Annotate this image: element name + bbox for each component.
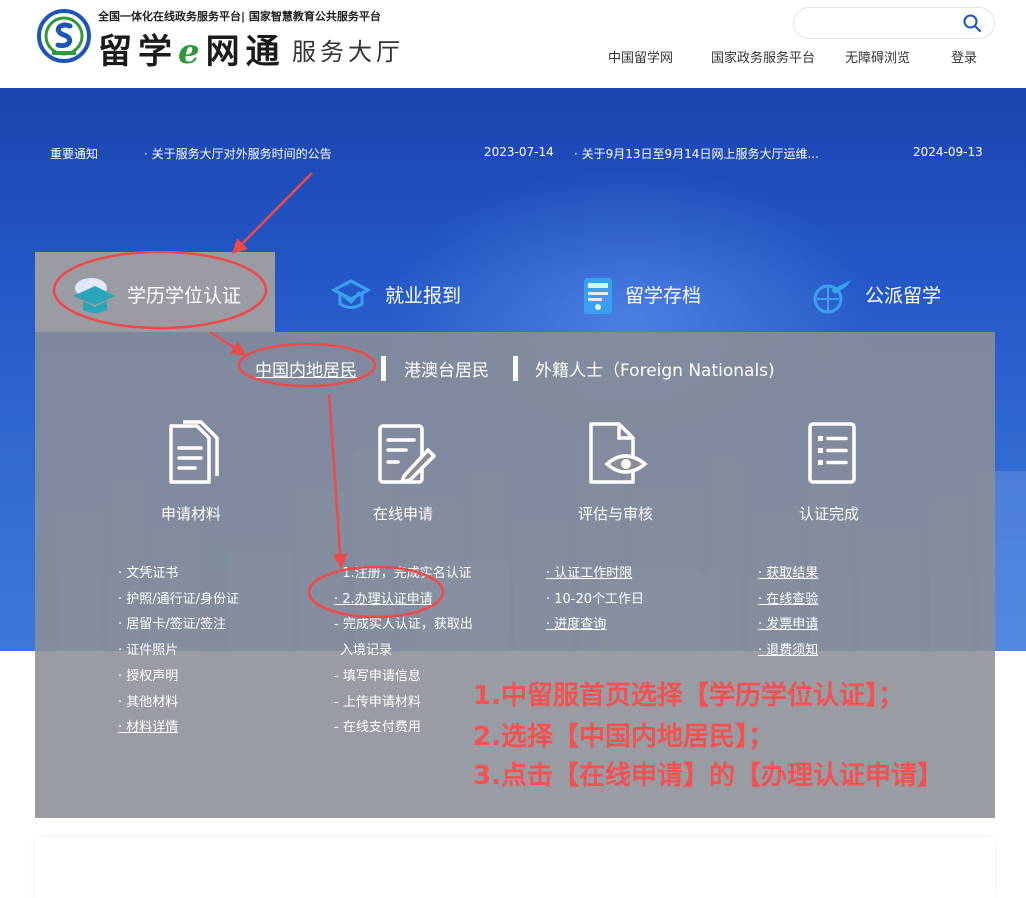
tab-label: 学历学位认证	[127, 285, 242, 307]
step-certification-complete: 认证完成	[799, 505, 860, 523]
register-verify-link[interactable]: · 1.注册，完成实名认证	[334, 561, 473, 587]
list-item: · 其他材料	[118, 694, 179, 710]
instruction-line-2: 2.选择【中国内地居民】；	[473, 722, 774, 752]
airplane-globe-icon	[813, 280, 851, 314]
notice-link-2[interactable]: · 关于9月13日至9月14日网上服务大厅运维...	[574, 145, 819, 162]
logo-emblem-icon[interactable]	[36, 8, 92, 64]
processing-time-link[interactable]: · 认证工作时限	[546, 561, 644, 587]
refund-notice-link[interactable]: · 退费须知	[758, 638, 818, 664]
tab-divider	[513, 356, 518, 381]
list-item: · 文凭证书	[118, 566, 179, 581]
tab-label: 就业报到	[385, 285, 462, 307]
progress-query-link[interactable]: · 进度查询	[546, 612, 644, 638]
nav-link-login[interactable]: 登录	[951, 47, 977, 66]
tab-foreign-nationals[interactable]: 外籍人士（Foreign Nationals)	[535, 356, 775, 381]
site-header: 全国一体化在线政务服务平台| 国家智慧教育公共服务平台 留学e网通 服务大厅 中…	[0, 0, 1026, 88]
list-item: · 居留卡/签证/签注	[118, 617, 227, 633]
notice-date-1: 2023-07-14	[484, 145, 554, 159]
document-eye-icon	[589, 422, 648, 484]
logo-e-letter: e	[178, 32, 206, 72]
nav-link-cscse[interactable]: 中国留学网	[608, 47, 673, 66]
apply-certification-link[interactable]: · 2.办理认证申请	[334, 587, 473, 613]
tab-employment-report[interactable]: 就业报到	[275, 252, 515, 332]
notice-date-2: 2024-09-13	[913, 145, 983, 159]
step-application-materials: 申请材料	[161, 505, 222, 523]
tab-label: 留学存档	[625, 285, 702, 307]
notice-label: 重要通知	[50, 147, 99, 161]
content-card	[35, 838, 995, 898]
documents-icon	[169, 420, 219, 484]
list-item: · 授权声明	[118, 668, 179, 684]
tab-government-sponsored-study[interactable]: 公派留学	[755, 252, 995, 332]
form-edit-icon	[378, 424, 436, 484]
materials-list: · 文凭证书 · 护照/通行证/身份证 · 居留卡/签证/签注 · 证件照片 ·…	[118, 561, 239, 741]
evaluation-list: · 认证工作时限 · 10-20个工作日 · 进度查询	[546, 561, 644, 638]
site-logo-subtitle: 服务大厅	[292, 38, 404, 66]
step-evaluation-review: 评估与审核	[578, 505, 654, 523]
platform-tagline: 全国一体化在线政务服务平台| 国家智慧教育公共服务平台	[98, 10, 381, 23]
search-input[interactable]	[793, 7, 995, 39]
completion-list: · 获取结果 · 在线查验 · 发票申请 · 退费须知	[758, 561, 818, 664]
instruction-line-1: 1.中留服首页选择【学历学位认证】；	[473, 681, 904, 711]
logo-text: 留学e网通	[98, 32, 286, 72]
tab-degree-certification[interactable]: 学历学位认证	[35, 252, 275, 332]
list-item: - 填写申请信息	[334, 668, 421, 684]
list-item: · 10-20个工作日	[546, 591, 645, 607]
tab-mainland-residents[interactable]: 中国内地居民	[255, 356, 357, 381]
notice-link-1[interactable]: · 关于服务大厅对外服务时间的公告	[144, 145, 332, 162]
online-verify-link[interactable]: · 在线查验	[758, 587, 818, 613]
tab-hk-macao-taiwan-residents[interactable]: 港澳台居民	[404, 356, 489, 381]
site-logo-text[interactable]: 留学e网通	[98, 24, 286, 73]
search-icon[interactable]	[962, 13, 982, 33]
step-online-application[interactable]: 在线申请	[373, 503, 433, 524]
nav-link-accessibility[interactable]: 无障碍浏览	[845, 47, 910, 66]
service-tabs: 学历学位认证 就业报到 留学存档 公派留学	[35, 252, 995, 332]
online-application-list: · 1.注册，完成实名认证 · 2.办理认证申请 - 完成实人认证，获取出 入境…	[334, 561, 473, 741]
list-item: · 护照/通行证/身份证	[118, 591, 240, 607]
nav-link-gov-service[interactable]: 国家政务服务平台	[711, 47, 815, 66]
list-item: - 上传申请材料	[334, 694, 421, 710]
archive-icon	[584, 278, 612, 314]
instruction-line-3: 3.点击【在线申请】的【办理认证申请】	[473, 761, 943, 791]
list-item: · 证件照片	[118, 643, 179, 659]
invoice-request-link[interactable]: · 发票申请	[758, 612, 818, 638]
graduation-cap-icon	[73, 278, 115, 313]
checklist-icon	[808, 422, 856, 484]
list-item: - 在线支付费用	[334, 720, 421, 736]
get-results-link[interactable]: · 获取结果	[758, 561, 818, 587]
list-item: 入境记录	[340, 643, 393, 659]
list-item: - 完成实人认证，获取出	[334, 617, 473, 633]
tab-label: 公派留学	[865, 285, 942, 307]
tab-study-archive[interactable]: 留学存档	[515, 252, 755, 332]
job-report-icon	[330, 279, 372, 309]
tab-divider	[381, 356, 386, 381]
materials-details-link[interactable]: · 材料详情	[118, 715, 239, 741]
